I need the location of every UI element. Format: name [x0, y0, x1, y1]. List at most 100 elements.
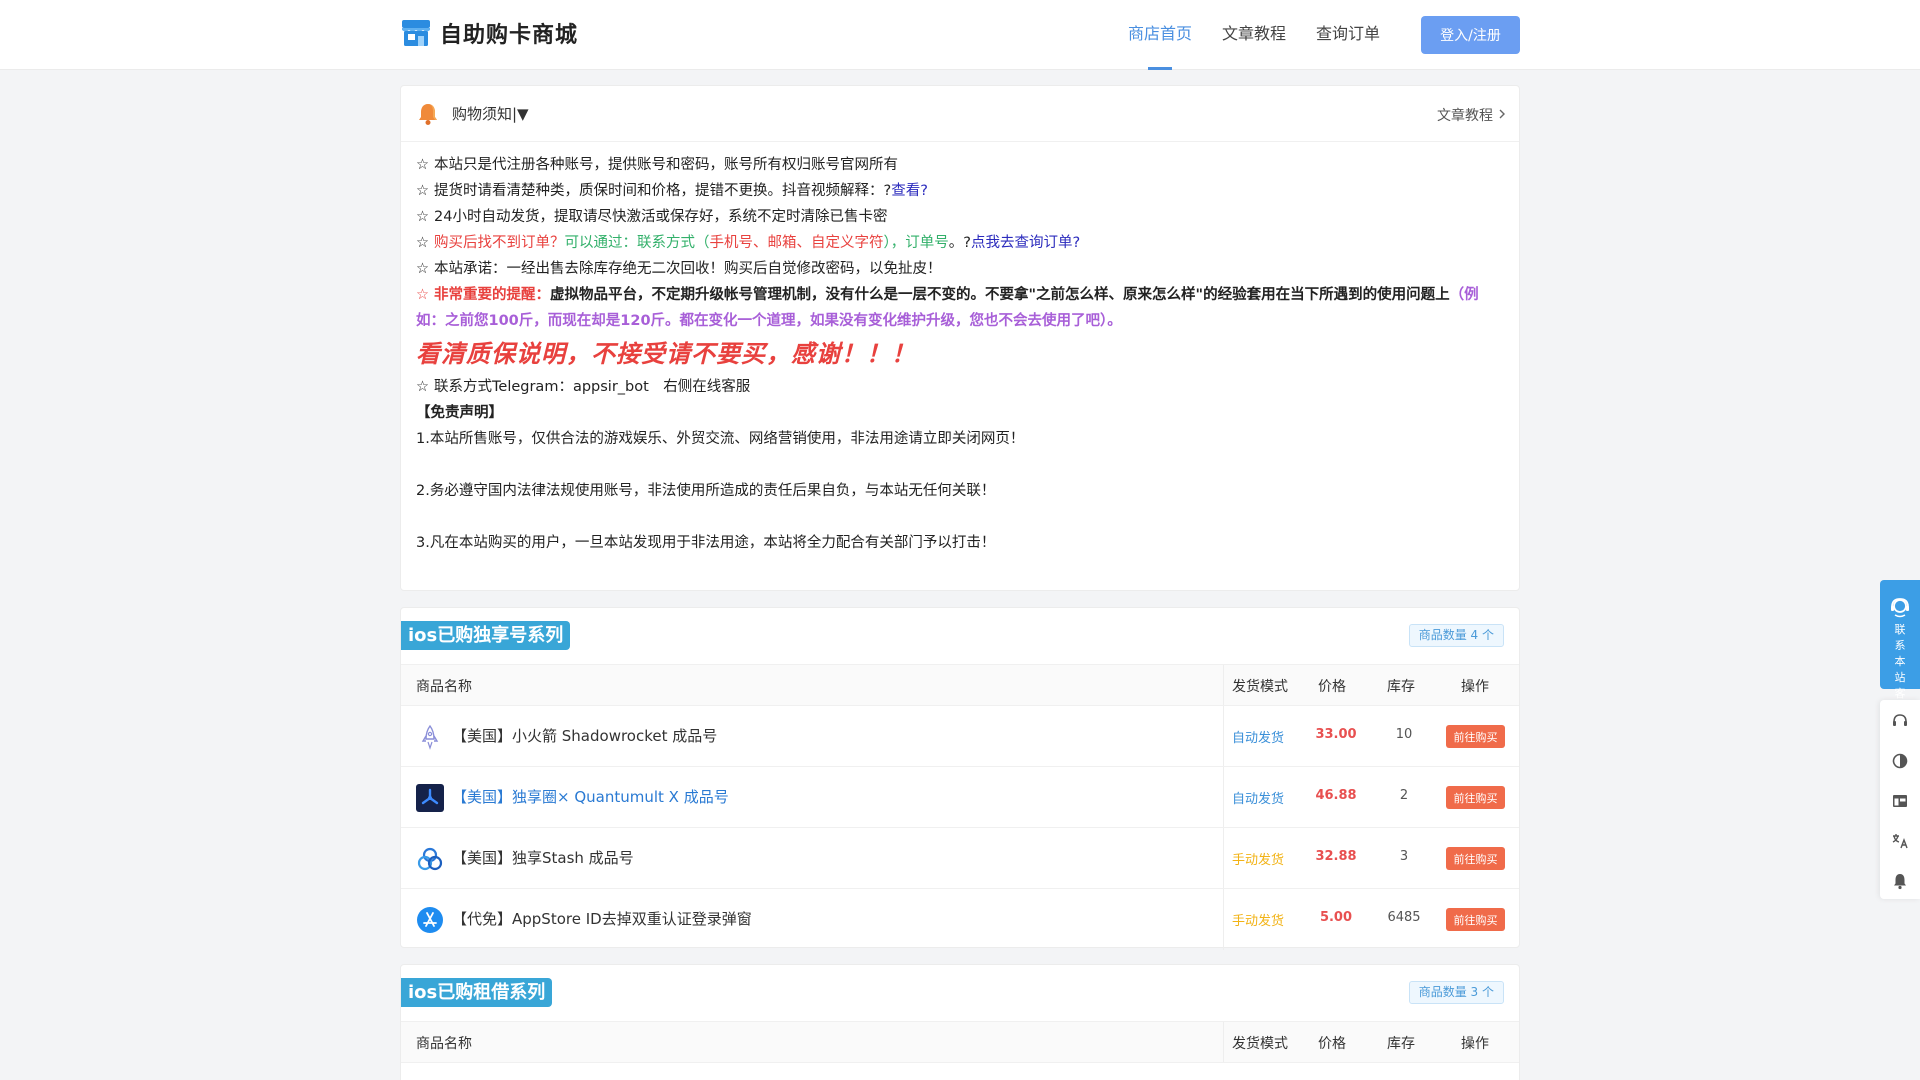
section-title: ios已购租借系列: [401, 978, 553, 1007]
column-divider: [1223, 889, 1224, 950]
disclaimer-line: 1.本站所售账号，仅供合法的游戏娱乐、外贸交流、网络营销使用，非法用途请立即关闭…: [416, 431, 1025, 447]
login-register-button[interactable]: 登入/注册: [1421, 16, 1520, 54]
star-icon: ☆: [416, 183, 429, 199]
delivery-mode: 自动发货: [1232, 731, 1285, 746]
col-action: 操作: [1461, 1036, 1489, 1052]
product-name[interactable]: 【美国】独享圈× Quantumult X 成品号: [452, 786, 729, 807]
disclaimer-line: 2.务必遵守国内法律法规使用账号，非法使用所造成的责任后果自负，与本站无任何关联…: [416, 483, 996, 499]
product-price: 5.00: [1319, 910, 1353, 925]
notice-text: 本站承诺：一经出售去除库存绝无二次回收！购买后自觉修改密码，以免扯皮！: [434, 261, 942, 277]
product-price: 32.88: [1315, 849, 1357, 864]
notice-line: ☆ 本站只是代注册各种账号，提供账号和密码，账号所有权归账号官网所有: [416, 152, 1503, 178]
column-divider: [1223, 828, 1224, 888]
brand[interactable]: 自助购卡商城: [400, 17, 578, 49]
notice-text: ），: [883, 235, 906, 251]
shop-logo-icon: [402, 20, 430, 46]
notice-header: 购物须知|▼ 文章教程: [401, 86, 1519, 142]
brand-name: 自助购卡商城: [440, 23, 579, 48]
notice-text: 虚拟物品平台，不定期升级帐号管理机制，没有什么是一层不变的。不要拿"之前怎么样、…: [550, 287, 1450, 303]
table-row[interactable]: 【代免】AppStore ID去掉双重认证登录弹窗 手动发货 5.00 6485…: [401, 889, 1519, 950]
nav-home[interactable]: 商店首页: [1128, 0, 1192, 70]
col-name: 商品名称: [416, 679, 472, 695]
notice-title[interactable]: 购物须知|▼: [452, 103, 529, 124]
table-row[interactable]: 【美国】小火箭 Shadowrocket 成品号 自动发货 33.00 10 前…: [401, 706, 1519, 767]
product-stock: 6485: [1387, 910, 1421, 925]
product-price: 33.00: [1315, 727, 1357, 742]
notice-text: 手机号、邮箱、自定义字符: [709, 235, 884, 251]
app-store-icon: [417, 907, 443, 933]
star-icon: ☆: [416, 287, 429, 303]
table-row[interactable]: 【美国】独享圈× Quantumult X 成品号 自动发货 46.88 2 前…: [401, 767, 1519, 828]
disclaimer-title: 【免责声明】: [416, 405, 503, 421]
customer-service-button[interactable]: 联系本站客服: [1880, 580, 1920, 716]
star-icon: ☆: [416, 261, 429, 277]
buy-button[interactable]: 前往购买: [1446, 786, 1505, 809]
notice-text: 订单号: [905, 235, 949, 251]
bell-icon: [419, 104, 437, 125]
rocket-icon: [421, 724, 439, 750]
notice-card: 购物须知|▼ 文章教程 ☆ 本站只是代注册各种账号，提供账号和密码，账号所有权归账…: [400, 85, 1520, 591]
notice-text: 购买后找不到订单？: [434, 235, 565, 251]
notice-text: 24小时自动发货，提取请尽快激活或保存好，系统不定时清除已售卡密: [434, 209, 888, 225]
column-divider: [1223, 706, 1224, 766]
view-video-link[interactable]: 查看?: [891, 183, 928, 199]
table-row[interactable]: 【美国】独享Stash 成品号 手动发货 32.88 3 前往购买: [401, 828, 1519, 889]
product-stock: 3: [1399, 849, 1409, 864]
column-divider: [1223, 665, 1224, 705]
buy-button[interactable]: 前往购买: [1446, 847, 1505, 870]
main-nav: 商店首页 文章教程 查询订单: [1128, 0, 1410, 70]
col-mode: 发货模式: [1232, 679, 1288, 695]
query-order-link[interactable]: 点我去查询订单?: [971, 235, 1080, 251]
column-divider: [1223, 767, 1224, 827]
notice-body: ☆ 本站只是代注册各种账号，提供账号和密码，账号所有权归账号官网所有 ☆ 提货时请看…: [401, 142, 1519, 556]
support-icon[interactable]: [1891, 712, 1909, 730]
product-section: ios已购租借系列 商品数量 3 个 商品名称 发货模式 价格 库存 操作: [400, 964, 1520, 1080]
product-price: 46.88: [1315, 788, 1357, 803]
contact-text: 联系方式Telegram：appsir_bot 右侧在线客服: [434, 379, 751, 395]
buy-button[interactable]: 前往购买: [1446, 908, 1505, 931]
theme-toggle-icon[interactable]: [1891, 752, 1909, 770]
chevron-right-icon: [1499, 109, 1505, 119]
notice-text: 可以通过：联系方式（: [564, 235, 710, 251]
section-header: ios已购独享号系列 商品数量 4 个: [401, 608, 1519, 664]
delivery-mode: 手动发货: [1232, 853, 1285, 868]
column-divider: [1223, 1022, 1224, 1062]
translate-icon[interactable]: [1891, 832, 1909, 850]
buy-button[interactable]: 前往购买: [1446, 725, 1505, 748]
layout-icon[interactable]: [1891, 792, 1909, 810]
nav-query-order[interactable]: 查询订单: [1316, 0, 1380, 70]
col-mode: 发货模式: [1232, 1036, 1288, 1052]
notice-text: 提货时请看清楚种类，质保时间和价格，提错不更换。抖音视频解释：?: [434, 183, 892, 199]
col-action: 操作: [1461, 679, 1489, 695]
star-icon: ☆: [416, 209, 429, 225]
nav-articles[interactable]: 文章教程: [1222, 0, 1286, 70]
notification-bell-icon[interactable]: [1891, 872, 1909, 890]
product-count-badge: 商品数量 4 个: [1408, 624, 1504, 647]
product-name[interactable]: 【代免】AppStore ID去掉双重认证登录弹窗: [452, 908, 752, 929]
notice-text: 本站只是代注册各种账号，提供账号和密码，账号所有权归账号官网所有: [434, 157, 898, 173]
product-stock: 2: [1399, 788, 1409, 803]
section-header: ios已购租借系列 商品数量 3 个: [401, 965, 1519, 1021]
col-stock: 库存: [1387, 1036, 1415, 1052]
table-header: 商品名称 发货模式 价格 库存 操作: [401, 664, 1519, 706]
disclaimer-line: 3.凡在本站购买的用户，一旦本站发现用于非法用途，本站将全力配合有关部门予以打击…: [416, 535, 996, 551]
col-name: 商品名称: [416, 1036, 472, 1052]
articles-link[interactable]: 文章教程: [1437, 105, 1493, 125]
notice-line: ☆ 购买后找不到订单？可以通过：联系方式（手机号、邮箱、自定义字符），订单号。?点…: [416, 230, 1503, 256]
product-name[interactable]: 【美国】小火箭 Shadowrocket 成品号: [452, 725, 717, 746]
product-stock: 10: [1395, 727, 1413, 742]
col-price: 价格: [1318, 1036, 1346, 1052]
stash-icon: [417, 847, 443, 871]
section-title: ios已购独享号系列: [401, 621, 571, 650]
warning-banner: 看清质保说明，不接受请不要买，感谢！！！: [416, 340, 916, 368]
notice-line: ☆ 本站承诺：一经出售去除库存绝无二次回收！购买后自觉修改密码，以免扯皮！: [416, 256, 1503, 282]
quantumult-icon: [416, 784, 444, 812]
delivery-mode: 手动发货: [1232, 914, 1285, 929]
star-icon: ☆: [416, 157, 429, 173]
notice-text: 。?: [948, 235, 971, 251]
notice-text: 非常重要的提醒：: [434, 287, 550, 303]
product-name[interactable]: 【美国】独享Stash 成品号: [452, 847, 634, 868]
star-icon: ☆: [416, 379, 429, 395]
